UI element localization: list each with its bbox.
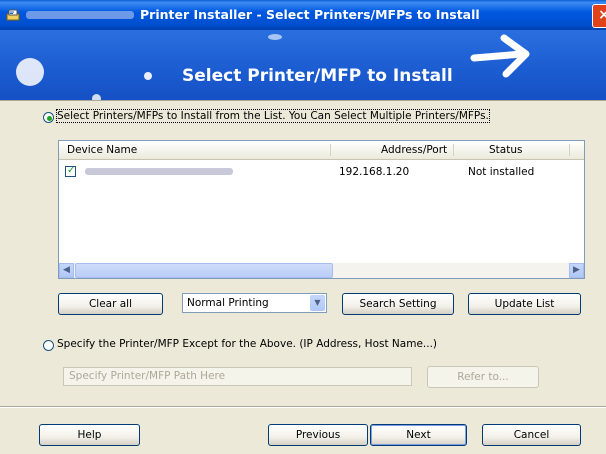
title-bar: Printer Installer - Select Printers/MFPs…	[0, 0, 606, 30]
refer-to-button[interactable]: Refer to...	[427, 366, 539, 388]
redacted-product-name	[26, 11, 134, 19]
list-header: Device Name Address/Port Status	[59, 141, 584, 160]
scrollbar-thumb[interactable]	[75, 263, 333, 278]
specify-printer-label[interactable]: Specify the Printer/MFP Except for the A…	[57, 338, 437, 350]
device-status: Not installed	[468, 166, 535, 178]
chevron-down-icon[interactable]: ▼	[310, 295, 325, 311]
cancel-button[interactable]: Cancel	[482, 424, 581, 446]
close-button[interactable]: ×	[592, 4, 606, 28]
select-from-list-label[interactable]: Select Printers/MFPs to Install from the…	[56, 109, 490, 123]
column-status[interactable]: Status	[489, 144, 522, 156]
scroll-right-button[interactable]: ▶	[569, 263, 584, 278]
column-address-port[interactable]: Address/Port	[381, 144, 447, 156]
device-checkbox[interactable]: ✓	[65, 165, 76, 177]
specify-printer-radio[interactable]	[43, 340, 54, 351]
print-mode-select[interactable]: Normal Printing ▼	[182, 293, 327, 313]
header-banner: Select Printer/MFP to Install	[0, 30, 606, 100]
redacted-device-name[interactable]	[85, 168, 233, 175]
window-title: Printer Installer - Select Printers/MFPs…	[140, 7, 480, 22]
printer-path-field[interactable]: Specify Printer/MFP Path Here	[63, 367, 412, 386]
next-button[interactable]: Next	[370, 424, 467, 446]
footer-divider-highlight	[0, 407, 606, 408]
forward-arrow-icon	[470, 34, 530, 78]
search-setting-button[interactable]: Search Setting	[342, 293, 454, 315]
update-list-button[interactable]: Update List	[468, 293, 581, 315]
device-list[interactable]: Device Name Address/Port Status ✓ 192.16…	[58, 140, 585, 279]
decorative-bubble	[268, 34, 282, 40]
banner-heading: Select Printer/MFP to Install	[182, 66, 453, 86]
printer-path-placeholder: Specify Printer/MFP Path Here	[69, 370, 226, 382]
column-divider	[453, 144, 454, 156]
column-device-name[interactable]: Device Name	[67, 144, 137, 156]
checkmark-icon: ✓	[67, 165, 76, 176]
print-mode-value: Normal Printing	[187, 297, 269, 309]
banner-divider	[0, 100, 606, 101]
previous-button[interactable]: Previous	[268, 424, 368, 446]
horizontal-scrollbar[interactable]: ◀ ▶	[59, 263, 584, 278]
device-address: 192.168.1.20	[339, 166, 410, 178]
printer-installer-icon	[6, 9, 20, 21]
clear-all-button[interactable]: Clear all	[58, 293, 163, 315]
column-divider	[569, 144, 570, 156]
radio-selected-dot	[47, 116, 52, 121]
select-from-list-radio[interactable]	[43, 112, 54, 123]
help-button[interactable]: Help	[39, 424, 140, 446]
column-divider	[330, 144, 331, 156]
decorative-bubble	[144, 72, 152, 80]
scroll-left-button[interactable]: ◀	[59, 263, 74, 278]
decorative-bubble	[16, 58, 44, 86]
